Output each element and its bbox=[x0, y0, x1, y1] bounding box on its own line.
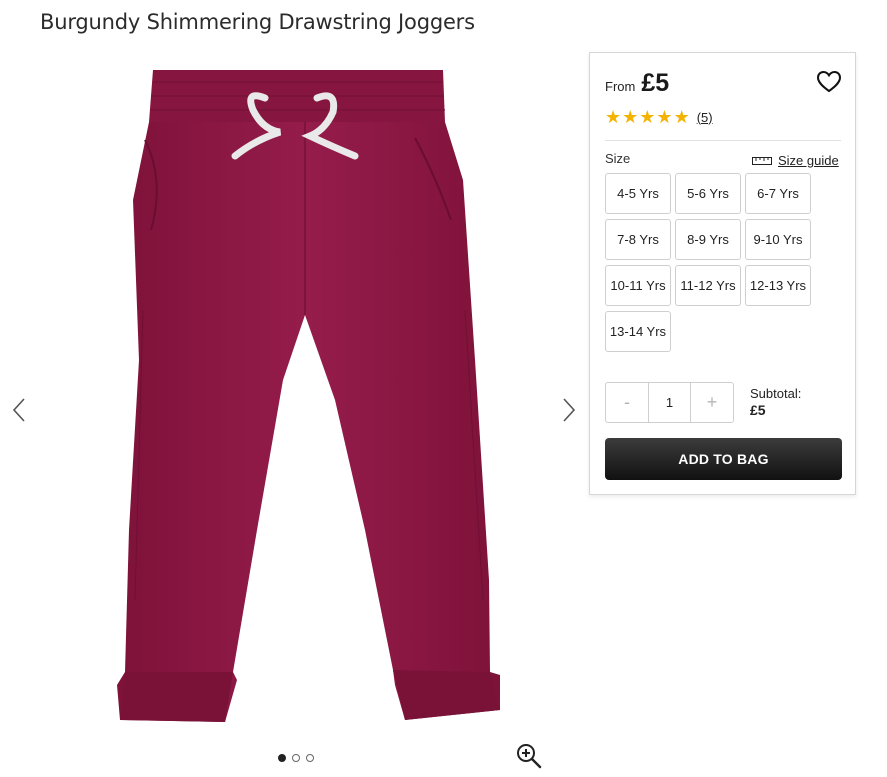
divider bbox=[605, 140, 841, 141]
size-guide-link[interactable]: Size guide bbox=[752, 153, 839, 168]
price-row: From £5 bbox=[605, 69, 669, 98]
heart-icon bbox=[816, 70, 842, 93]
size-option[interactable]: 7-8 Yrs bbox=[605, 219, 671, 260]
star-icon: ★ bbox=[639, 107, 656, 127]
chevron-right-icon bbox=[563, 398, 576, 422]
size-option[interactable]: 13-14 Yrs bbox=[605, 311, 671, 352]
product-gallery bbox=[0, 50, 590, 777]
purchase-panel: From £5 ★ ★ ★ ★ ★ (5) Size Size guide 4-… bbox=[589, 52, 856, 495]
gallery-dot-2[interactable] bbox=[292, 754, 300, 762]
wishlist-button[interactable] bbox=[816, 69, 842, 95]
add-to-bag-button[interactable]: ADD TO BAG bbox=[605, 438, 842, 480]
product-title: Burgundy Shimmering Drawstring Joggers bbox=[40, 10, 475, 34]
star-icon: ★ bbox=[673, 107, 690, 127]
star-icon: ★ bbox=[622, 107, 639, 127]
chevron-left-icon bbox=[12, 398, 25, 422]
size-label: Size bbox=[605, 151, 631, 166]
gallery-prev-button[interactable] bbox=[7, 395, 31, 425]
rating: ★ ★ ★ ★ ★ (5) bbox=[605, 108, 713, 126]
size-option[interactable]: 10-11 Yrs bbox=[605, 265, 671, 306]
gallery-next-button[interactable] bbox=[557, 395, 581, 425]
quantity-increase-button[interactable]: + bbox=[691, 383, 733, 422]
review-count-link[interactable]: (5) bbox=[697, 110, 713, 125]
star-icon: ★ bbox=[605, 107, 622, 127]
zoom-button[interactable] bbox=[515, 742, 543, 770]
size-option[interactable]: 8-9 Yrs bbox=[675, 219, 741, 260]
subtotal-label: Subtotal: bbox=[750, 386, 802, 401]
size-options: 4-5 Yrs 5-6 Yrs 6-7 Yrs 7-8 Yrs 8-9 Yrs … bbox=[605, 173, 811, 352]
zoom-in-icon bbox=[517, 744, 542, 769]
size-option[interactable]: 4-5 Yrs bbox=[605, 173, 671, 214]
gallery-pagination bbox=[278, 754, 314, 762]
quantity-input[interactable] bbox=[648, 383, 691, 422]
star-icon: ★ bbox=[656, 107, 673, 127]
size-option[interactable]: 11-12 Yrs bbox=[675, 265, 741, 306]
price-from-label: From bbox=[605, 79, 636, 94]
size-guide-label: Size guide bbox=[778, 153, 839, 168]
quantity-decrease-button[interactable]: - bbox=[606, 383, 648, 422]
gallery-dot-1[interactable] bbox=[278, 754, 286, 762]
product-image[interactable] bbox=[105, 60, 500, 730]
ruler-icon bbox=[752, 156, 772, 165]
star-rating: ★ ★ ★ ★ ★ bbox=[605, 108, 690, 126]
size-option[interactable]: 12-13 Yrs bbox=[745, 265, 811, 306]
size-option[interactable]: 9-10 Yrs bbox=[745, 219, 811, 260]
price-value: £5 bbox=[641, 69, 670, 97]
quantity-stepper: - + bbox=[605, 382, 734, 423]
subtotal: Subtotal: £5 bbox=[750, 385, 801, 419]
size-option[interactable]: 5-6 Yrs bbox=[675, 173, 741, 214]
gallery-dot-3[interactable] bbox=[306, 754, 314, 762]
subtotal-value: £5 bbox=[750, 402, 766, 418]
size-option[interactable]: 6-7 Yrs bbox=[745, 173, 811, 214]
